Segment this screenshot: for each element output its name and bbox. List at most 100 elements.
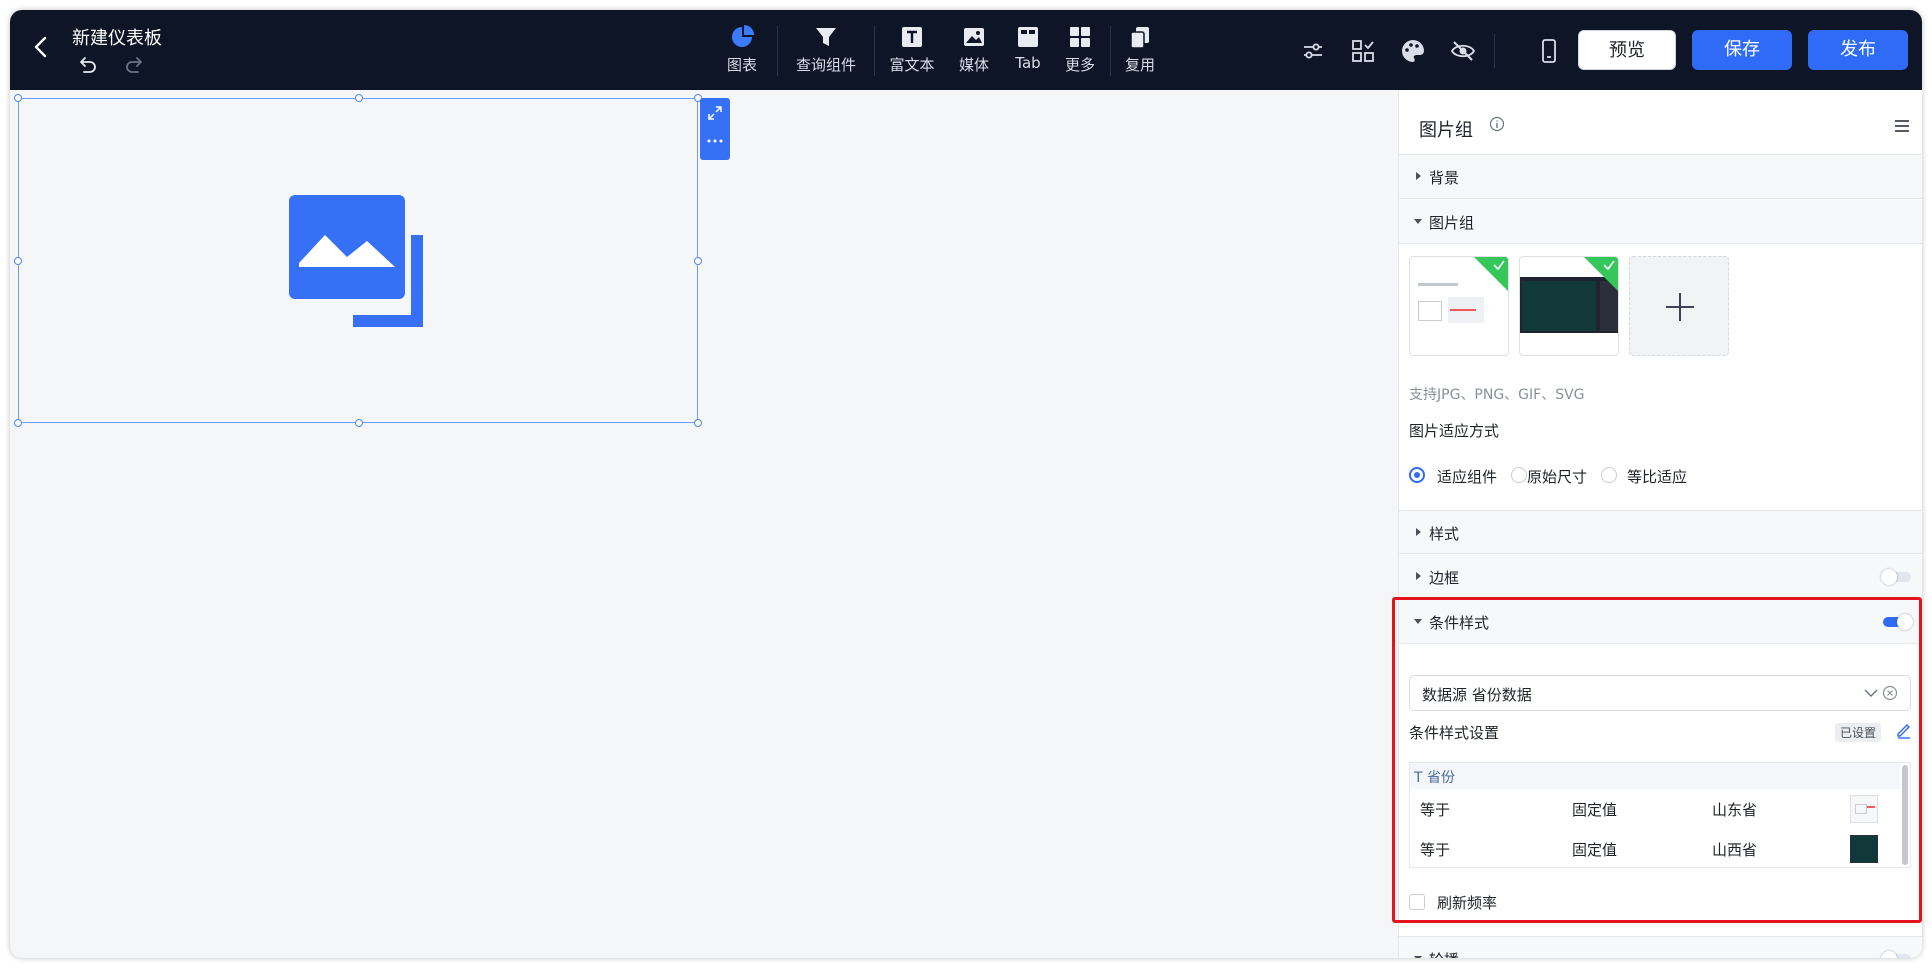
publish-button[interactable]: 发布 — [1808, 30, 1908, 70]
undo-icon[interactable] — [76, 54, 98, 76]
fit-mode-label: 图片适应方式 — [1409, 422, 1500, 440]
resize-handle[interactable] — [355, 94, 363, 102]
section-conditional-style[interactable]: 条件样式 — [1399, 600, 1922, 644]
toggle-knob — [1881, 951, 1897, 958]
cond-setting-label: 条件样式设置 — [1409, 724, 1500, 742]
section-carousel[interactable]: 轮播 — [1399, 936, 1922, 958]
tool-label: 图表 — [726, 56, 757, 74]
tool-chart[interactable]: 图表 — [714, 24, 770, 82]
tool-label: 更多 — [1064, 56, 1095, 74]
clear-icon[interactable] — [1882, 685, 1898, 701]
resize-handle[interactable] — [14, 257, 22, 265]
refresh-label[interactable]: 刷新频率 — [1437, 892, 1497, 913]
radio-original-size[interactable] — [1511, 467, 1527, 483]
toggle-knob — [1881, 569, 1897, 585]
tool-richtext[interactable]: 富文本 — [882, 24, 942, 82]
expand-icon[interactable] — [707, 105, 723, 121]
carousel-toggle[interactable] — [1881, 951, 1911, 958]
datasource-select[interactable]: 数据源 省份数据 — [1409, 675, 1911, 711]
thumb-image-placeholder — [1855, 804, 1867, 814]
resize-handle[interactable] — [14, 94, 22, 102]
format-hint: 支持JPG、PNG、GIF、SVG — [1409, 387, 1585, 403]
section-border[interactable]: 边框 — [1399, 555, 1922, 599]
thumb-line — [1418, 283, 1458, 286]
table-header: T 省份 — [1410, 763, 1900, 789]
pie-chart-icon — [732, 25, 754, 47]
radio-label[interactable]: 原始尺寸 — [1527, 466, 1587, 487]
cond-status-badge: 已设置 — [1835, 723, 1882, 742]
tool-more[interactable]: 更多 — [1058, 24, 1102, 82]
layout-check-icon[interactable] — [1348, 36, 1378, 66]
tool-reuse[interactable]: 复用 — [1118, 24, 1162, 82]
tool-label: Tab — [1015, 54, 1041, 72]
caret-right-icon — [1416, 172, 1421, 180]
radio-fit-component[interactable] — [1409, 467, 1425, 483]
properties-panel: 图片组 背景 图片组 支持JPG、PNG、GIF、SVG 图片适应方式 适应组件… — [1398, 90, 1922, 958]
section-image-group[interactable]: 图片组 — [1399, 200, 1922, 244]
image-group-widget[interactable] — [14, 94, 702, 427]
border-toggle[interactable] — [1881, 569, 1911, 585]
hide-eye-icon[interactable] — [1448, 36, 1478, 66]
copy-icon — [1130, 27, 1149, 49]
table-scrollbar[interactable] — [1902, 765, 1908, 865]
tool-query[interactable]: 查询组件 — [784, 24, 868, 82]
rule-operator: 等于 — [1420, 841, 1451, 859]
thumb-line — [1867, 806, 1875, 808]
radio-label[interactable]: 适应组件 — [1437, 466, 1497, 487]
add-image-button[interactable] — [1629, 256, 1729, 356]
back-arrow-icon[interactable] — [28, 32, 54, 62]
table-row[interactable]: 等于 固定值 山东省 — [1410, 789, 1900, 829]
image-icon — [964, 28, 984, 46]
theme-palette-icon[interactable] — [1398, 36, 1428, 66]
caret-right-icon — [1416, 572, 1421, 580]
plus-icon — [1666, 293, 1694, 321]
more-dots-icon[interactable] — [706, 138, 724, 144]
section-background[interactable]: 背景 — [1399, 155, 1922, 199]
conditional-style-toggle[interactable] — [1883, 614, 1913, 630]
toolbar-divider — [1110, 26, 1111, 76]
caret-down-icon — [1414, 219, 1422, 224]
table-row[interactable]: 等于 固定值 山西省 — [1410, 829, 1900, 869]
text-icon — [902, 27, 922, 47]
image-thumbnail-light[interactable] — [1409, 256, 1509, 356]
resize-handle[interactable] — [694, 257, 702, 265]
resize-handle[interactable] — [694, 419, 702, 427]
tool-label: 富文本 — [889, 56, 935, 74]
section-label: 样式 — [1429, 525, 1460, 543]
widget-toolbar — [700, 98, 730, 160]
app-window: 新建仪表板 图表 查询组件 富文本 媒体 Tab 更多 复用 预览 保存 发布 … — [10, 10, 1922, 958]
tool-media[interactable]: 媒体 — [950, 24, 998, 82]
section-style[interactable]: 样式 — [1399, 510, 1922, 554]
datasource-value: 数据源 省份数据 — [1422, 686, 1532, 704]
section-label: 轮播 — [1429, 949, 1459, 958]
section-label: 条件样式 — [1429, 614, 1490, 632]
edit-pencil-icon[interactable] — [1895, 721, 1913, 739]
toggle-knob — [1897, 614, 1913, 630]
rule-image-thumbnail[interactable] — [1850, 795, 1878, 823]
info-icon[interactable] — [1489, 116, 1505, 132]
radio-label[interactable]: 等比适应 — [1627, 466, 1687, 487]
settings-sliders-icon[interactable] — [1298, 36, 1328, 66]
rule-value: 山东省 — [1712, 801, 1758, 819]
thumb-line — [1450, 309, 1476, 311]
grid-icon — [1070, 27, 1090, 47]
save-button[interactable]: 保存 — [1692, 30, 1792, 70]
dashboard-title[interactable]: 新建仪表板 — [72, 24, 162, 50]
image-thumbnail-dark[interactable] — [1519, 256, 1619, 356]
menu-icon[interactable] — [1893, 118, 1911, 134]
check-icon — [1603, 260, 1615, 271]
rule-image-thumbnail[interactable] — [1850, 835, 1878, 863]
picture-sun-icon — [299, 217, 395, 291]
resize-handle[interactable] — [14, 419, 22, 427]
resize-handle[interactable] — [355, 419, 363, 427]
preview-button[interactable]: 预览 — [1578, 30, 1676, 70]
refresh-checkbox[interactable] — [1409, 894, 1425, 910]
redo-icon[interactable] — [124, 54, 146, 76]
tool-tab[interactable]: Tab — [1006, 24, 1050, 82]
rule-type: 固定值 — [1572, 801, 1618, 819]
panel-title: 图片组 — [1419, 120, 1473, 141]
mobile-view-icon[interactable] — [1534, 36, 1564, 66]
radio-proportional[interactable] — [1601, 467, 1617, 483]
caret-down-icon — [1414, 619, 1422, 624]
check-icon — [1493, 260, 1505, 271]
